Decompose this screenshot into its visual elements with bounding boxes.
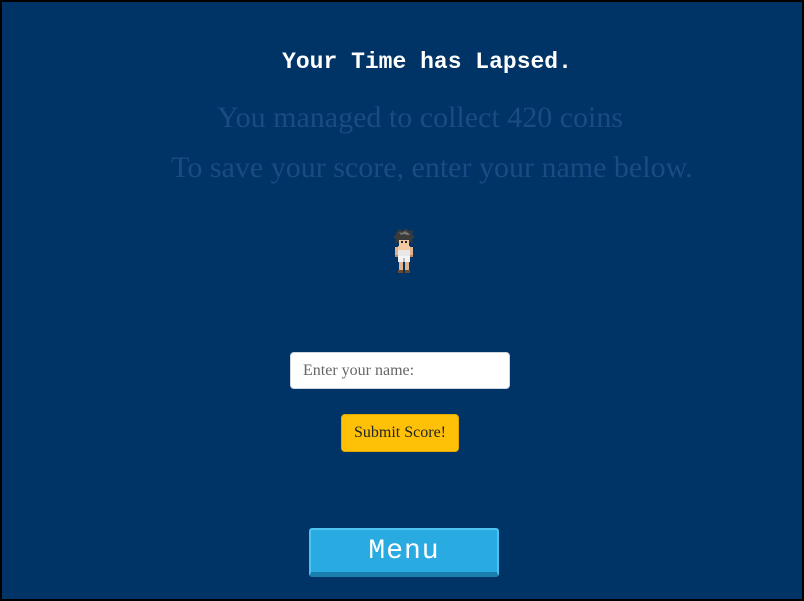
name-input[interactable] xyxy=(290,352,510,389)
game-over-title: Your Time has Lapsed. xyxy=(282,49,572,75)
menu-button[interactable]: Menu xyxy=(309,528,499,577)
character-sprite-icon xyxy=(393,228,415,273)
submit-score-button[interactable]: Submit Score! xyxy=(341,414,459,452)
game-over-screen: Your Time has Lapsed. You managed to col… xyxy=(0,0,804,601)
coins-message: You managed to collect 420 coins xyxy=(216,101,624,134)
save-score-prompt: To save your score, enter your name belo… xyxy=(171,151,693,184)
